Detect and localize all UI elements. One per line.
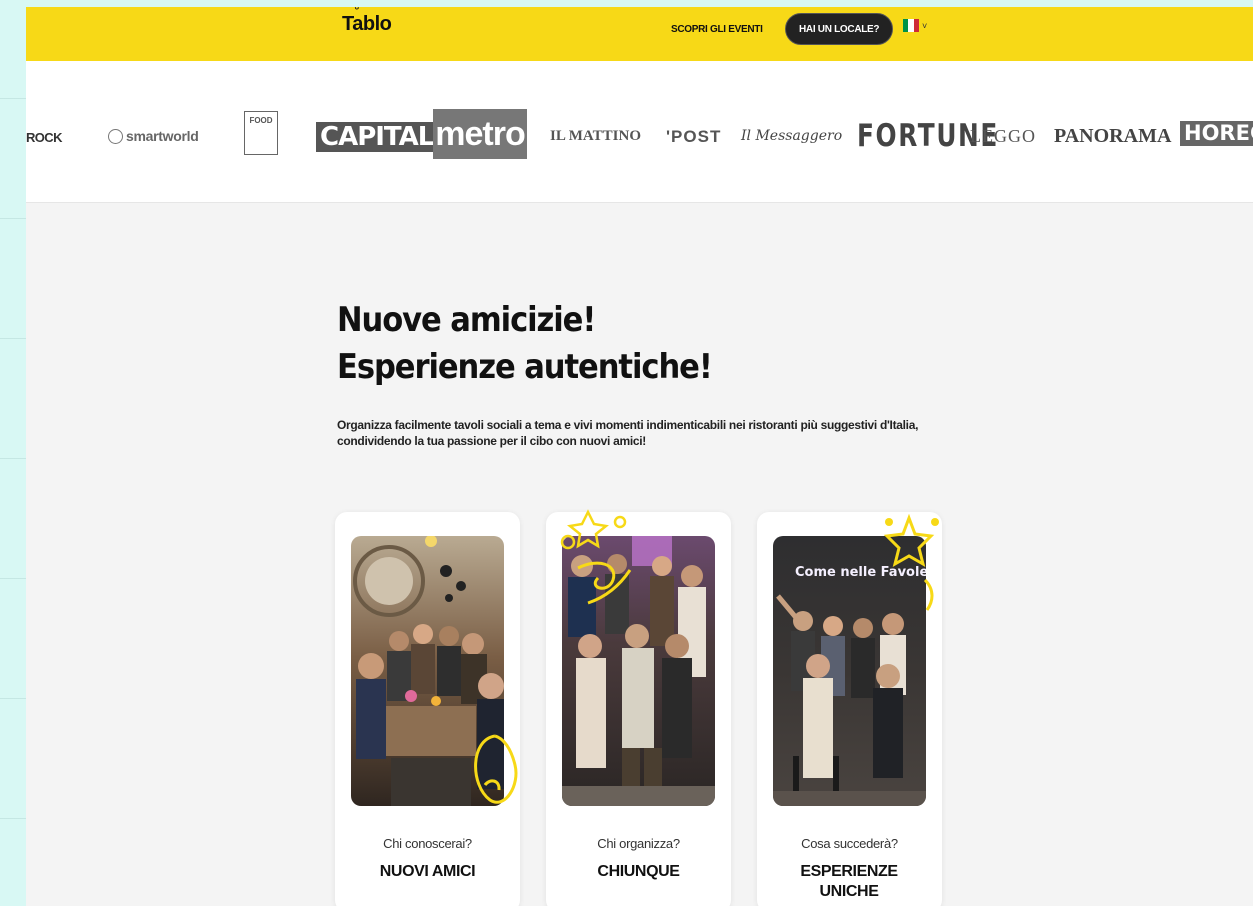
press-logo-leggo: LEGGO — [970, 126, 1036, 146]
card-photo-group-party — [562, 536, 715, 806]
hero-title: Nuove amicizie! Esperienze autentiche! — [337, 297, 713, 391]
feature-card-new-friends[interactable]: Chi conoscerai? NUOVI AMICI — [335, 512, 520, 906]
card-photo-dinner-group — [351, 536, 504, 806]
press-logo-il-mattino: IL MATTINO — [550, 128, 641, 144]
press-logo-smartworld: smartworld — [108, 129, 199, 144]
press-logos-bar: ROCK smartworld FOOD CAPITAL metro IL MA… — [26, 61, 1253, 203]
feature-card-anyone[interactable]: Chi organizza? CHIUNQUE — [546, 509, 731, 906]
press-logo-food: FOOD — [244, 111, 278, 155]
smartworld-ring-icon — [108, 129, 123, 144]
venue-owner-button[interactable]: HAI UN LOCALE? — [785, 13, 894, 45]
press-logo-messaggero: Il Messaggero — [741, 128, 843, 144]
website-page: ˘ᵕ˘ Tablo SCOPRI GLI EVENTI HAI UN LOCAL… — [26, 7, 1253, 906]
press-logo-post: 'POST — [666, 127, 722, 146]
press-logo-horeca: HORECA — [1180, 121, 1253, 146]
tablo-logo[interactable]: Tablo — [342, 13, 392, 36]
press-logo-capital: CAPITAL — [316, 122, 438, 152]
press-logo-rock: ROCK — [26, 130, 62, 145]
card-kicker: Chi conoscerai? — [383, 836, 472, 851]
italy-flag-icon — [903, 19, 919, 32]
neon-sign-line-1: Come nelle Favole — [795, 565, 926, 580]
press-logo-metro: metro — [433, 109, 527, 159]
language-selector[interactable]: ˅ — [903, 19, 927, 32]
hero-subtitle: Organizza facilmente tavoli sociali a te… — [337, 418, 919, 448]
press-logo-panorama: PANORAMA — [1054, 125, 1172, 147]
card-photo-neon-sign-group: Come nelle Favole — [773, 536, 926, 806]
feature-card-unique-experiences[interactable]: Come nelle Favole Cosa succederà? ESPERI… — [757, 512, 942, 906]
card-kicker: Cosa succederà? — [801, 836, 898, 851]
card-title: NUOVI AMICI — [379, 863, 476, 880]
site-header: ˘ᵕ˘ Tablo SCOPRI GLI EVENTI HAI UN LOCAL… — [26, 7, 1253, 61]
nav-discover-events-link[interactable]: SCOPRI GLI EVENTI — [671, 24, 763, 35]
hero-title-line-1: Nuove amicizie! — [337, 300, 596, 340]
card-title: CHIUNQUE — [597, 863, 680, 880]
chevron-down-icon: ˅ — [922, 20, 928, 31]
hero-title-line-2: Esperienze autentiche! — [337, 347, 713, 387]
card-kicker: Chi organizza? — [597, 836, 680, 851]
card-title: ESPERIENZE UNICHE — [800, 863, 898, 900]
